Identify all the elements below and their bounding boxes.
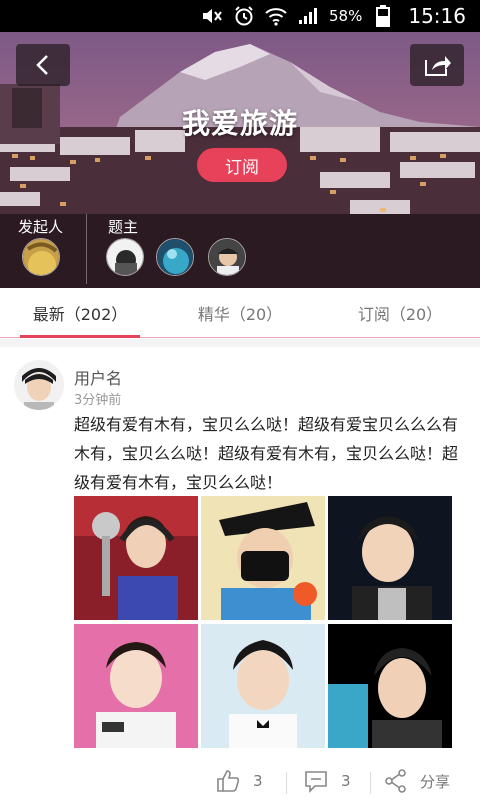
share-label: 分享 <box>420 772 451 791</box>
battery-percent: 58% <box>329 7 363 25</box>
section-divider <box>0 339 480 347</box>
host-label: 题主 <box>108 218 139 236</box>
back-arrow-icon <box>36 55 48 75</box>
username[interactable]: 用户名 <box>74 365 122 389</box>
signal-icon <box>297 5 319 27</box>
member-avatar[interactable] <box>156 238 194 276</box>
comment-icon <box>305 771 327 793</box>
photo-thumbnail[interactable] <box>328 624 452 748</box>
share-button[interactable] <box>410 44 464 86</box>
divider <box>370 772 371 794</box>
divider <box>286 772 287 794</box>
share-nodes-icon <box>385 769 406 793</box>
photo-thumbnail[interactable] <box>201 624 325 748</box>
divider <box>86 214 87 284</box>
founder-label: 发起人 <box>18 218 64 236</box>
comment-count: 3 <box>341 772 351 790</box>
share-icon <box>425 56 451 76</box>
clock: 15:16 <box>408 4 466 28</box>
tab-bar: 最新（202） 精华（20） 订阅（20） <box>0 288 480 338</box>
photo-thumbnail[interactable] <box>328 496 452 620</box>
post-time: 3分钟前 <box>74 393 122 408</box>
battery-icon <box>372 5 394 27</box>
post-text: 超级有爱有木有，宝贝么么哒！超级有爱宝贝么么么有木有，宝贝么么哒！超级有爱有木有… <box>74 415 459 492</box>
tab-latest[interactable]: 最新（202） <box>0 288 160 338</box>
status-bar: 58% 15:16 <box>0 0 480 32</box>
subscribe-button[interactable]: 订阅 <box>197 148 287 182</box>
photo-thumbnail[interactable] <box>201 496 325 620</box>
photo-thumbnail[interactable] <box>74 624 198 748</box>
tab-subscribed[interactable]: 订阅（20） <box>320 288 480 337</box>
mute-icon <box>201 5 223 27</box>
alarm-icon <box>233 5 255 27</box>
founder-avatar[interactable] <box>22 238 60 276</box>
topic-title: 我爱旅游 <box>181 107 298 140</box>
like-button[interactable]: 3 <box>215 762 263 800</box>
share-post-button[interactable]: 分享 <box>384 762 450 800</box>
photo-grid <box>74 496 452 748</box>
wifi-icon <box>265 5 287 27</box>
back-button[interactable] <box>16 44 70 86</box>
photo-thumbnail[interactable] <box>74 496 198 620</box>
like-count: 3 <box>253 772 263 790</box>
thumbs-up-icon <box>217 770 240 792</box>
post-actions: 3 3 分享 <box>0 762 480 800</box>
topic-header: 我爱旅游 订阅 发起人 题主 <box>0 32 480 288</box>
avatar[interactable] <box>14 360 64 410</box>
host-avatar[interactable] <box>106 238 144 276</box>
tab-featured[interactable]: 精华（20） <box>160 288 320 337</box>
comment-button[interactable]: 3 <box>303 762 351 800</box>
member-avatar[interactable] <box>208 238 246 276</box>
